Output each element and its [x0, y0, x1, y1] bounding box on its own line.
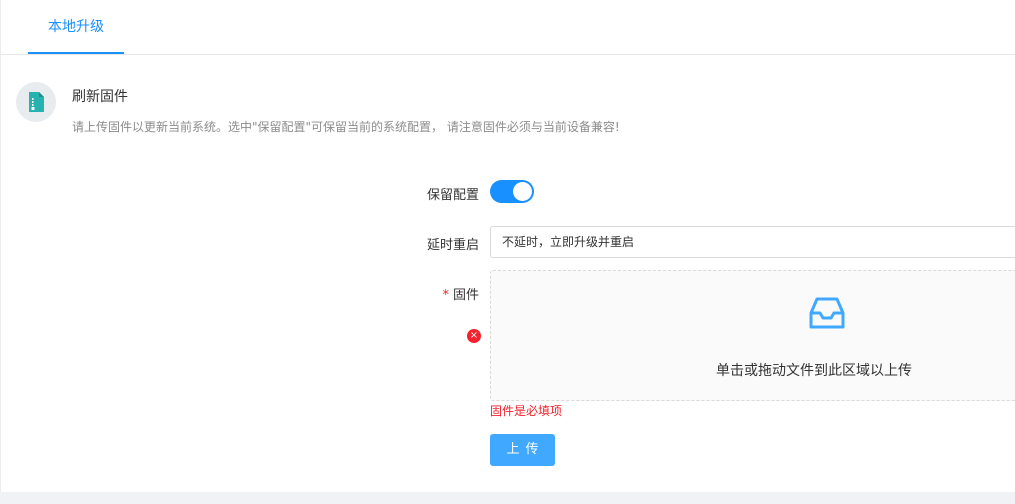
firmware-file-icon [16, 82, 56, 122]
keep-config-label: 保留配置 [426, 188, 479, 203]
tab-local-upgrade[interactable]: 本地升级 [28, 0, 124, 55]
firmware-label-text: 固件 [452, 288, 479, 303]
delay-reboot-select[interactable]: 不延时，立即升级并重启 [490, 226, 1015, 258]
error-icon: × [467, 329, 481, 343]
upload-button[interactable]: 上传 [490, 434, 555, 466]
keep-config-switch[interactable] [490, 180, 534, 203]
inbox-icon [809, 297, 845, 329]
intro-description: 请上传固件以更新当前系统。选中"保留配置"可保留当前的系统配置， 请注意固件必须… [72, 120, 620, 134]
firmware-label: * 固件 [442, 284, 479, 303]
upgrade-card: 本地升级 刷新固件 请上传固件以更新当前系统。选中"保留配置"可保留当前的系统配… [0, 0, 1015, 492]
firmware-error-message: 固件是必填项 [490, 404, 563, 418]
tab-active-indicator [28, 52, 124, 54]
switch-knob [513, 182, 532, 201]
required-mark: * [442, 288, 449, 303]
delay-reboot-label: 延时重启 [426, 238, 479, 253]
upload-hint: 单击或拖动文件到此区域以上传 [716, 363, 912, 379]
tab-bar: 本地升级 [1, 0, 1015, 55]
firmware-upload-dropzone[interactable]: 单击或拖动文件到此区域以上传 [490, 270, 1015, 401]
intro-title: 刷新固件 [72, 89, 128, 105]
